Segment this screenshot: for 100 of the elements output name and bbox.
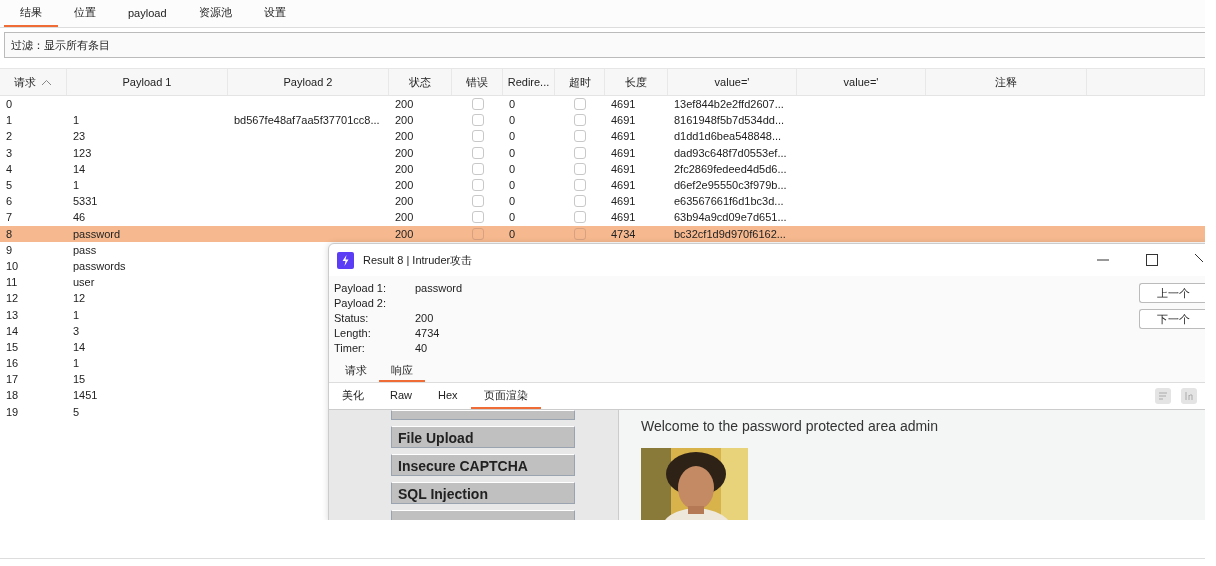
table-cell: 4734	[611, 227, 636, 240]
table-row[interactable]: 1 1 bd567fe48af7aa5f37701cc8... 200 0 4691 8161948f5b7d534dd...	[0, 112, 1205, 129]
table-cell: 7	[6, 211, 13, 224]
table-cell: 1	[73, 308, 80, 321]
table-cell: 8161948f5b7d534dd...	[674, 114, 785, 127]
table-cell: 12	[73, 292, 86, 305]
tab[interactable]: 请求	[333, 360, 379, 382]
tab[interactable]: payload	[112, 0, 183, 27]
table-cell: 0	[509, 162, 516, 175]
column-title: 状态	[409, 74, 431, 90]
filter-bar[interactable]: 过滤：显示所有条目	[4, 32, 1205, 58]
nav-button[interactable]: 上一个	[1139, 283, 1205, 303]
column-title: 请求	[14, 74, 36, 90]
table-row[interactable]: 3 123 200 0 4691 dad93c648f7d0553ef...	[0, 144, 1205, 161]
column-header[interactable]: 长度	[605, 69, 668, 95]
column-title: value='	[714, 76, 750, 88]
table-cell: 8	[6, 227, 13, 240]
table-cell: 18	[6, 389, 19, 402]
table-cell: passwords	[73, 259, 126, 272]
table-cell: 10	[6, 259, 19, 272]
table-row[interactable]: 5 1 200 0 4691 d6ef2e95550c3f979b...	[0, 176, 1205, 194]
column-title: Payload 2	[283, 76, 333, 88]
welcome-text: Welcome to the password protected area admin	[641, 418, 938, 434]
table-cell: 63b94a9cd09e7d651...	[674, 211, 787, 224]
table-cell: 1451	[73, 389, 98, 402]
table-cell: 4691	[611, 162, 636, 175]
column-title: 超时	[568, 74, 591, 90]
column-title: 错误	[466, 74, 488, 90]
table-cell: 4691	[611, 179, 636, 192]
table-cell: dad93c648f7d0553ef...	[674, 146, 787, 159]
table-row[interactable]: 4 14 200 0 4691 2fc2869fedeed4d5d6...	[0, 160, 1205, 177]
table-row[interactable]: 2 23 200 0 4691 d1dd1d6bea548848...	[0, 128, 1205, 145]
table-cell: 9	[6, 243, 13, 256]
table-row[interactable]: 6 5331 200 0 4691 e63567661f6d1bc3d...	[0, 193, 1205, 210]
field-label: Length:	[334, 326, 372, 341]
column-header[interactable]: 请求	[0, 69, 67, 95]
table-cell: 200	[395, 98, 414, 111]
table-cell: 1	[73, 357, 80, 370]
table-cell: user	[73, 276, 95, 289]
table-cell: password	[73, 227, 121, 240]
menu-button[interactable]: SQL Injection	[391, 482, 575, 504]
table-cell: 15	[73, 373, 86, 386]
column-header[interactable]: 超时	[555, 69, 605, 95]
table-cell: 4691	[611, 114, 636, 127]
table-cell: 17	[6, 373, 19, 386]
tab[interactable]: Hex	[425, 383, 471, 409]
table-row[interactable]: 0 200 0 4691 13ef844b2e2ffd2607...	[0, 96, 1205, 113]
column-header[interactable]: value='	[668, 69, 797, 95]
table-cell: 14	[73, 340, 86, 353]
table-cell: 4691	[611, 195, 636, 208]
tab[interactable]: 资源池	[182, 0, 248, 27]
column-title: Redire...	[507, 76, 550, 88]
field-value: 4734	[415, 326, 440, 341]
nav-button[interactable]: 下一个	[1139, 309, 1205, 329]
table-cell: 19	[6, 405, 19, 418]
table-cell: 15	[6, 340, 19, 353]
table-cell: 13	[6, 308, 19, 321]
column-header[interactable]: 状态	[389, 69, 452, 95]
table-cell: e63567661f6d1bc3d...	[674, 195, 784, 208]
table-cell: 0	[509, 179, 516, 192]
tab[interactable]: 结果	[4, 0, 58, 27]
table-row[interactable]: 8 password 200 0 4734 bc32cf1d9d970f6162...	[0, 225, 1205, 242]
tab[interactable]: 美化	[329, 383, 377, 409]
table-cell: 4691	[611, 211, 636, 224]
field-label: Payload 1:	[334, 281, 387, 296]
table-cell: 123	[73, 146, 92, 159]
column-header[interactable]: Payload 1	[67, 69, 228, 95]
table-cell: 14	[73, 162, 86, 175]
menu-button[interactable]: Insecure CAPTCHA	[391, 454, 575, 476]
column-header[interactable]: 错误	[452, 69, 503, 95]
column-header[interactable]: Payload 2	[228, 69, 389, 95]
tab[interactable]: Raw	[377, 383, 425, 409]
field-label: Payload 2:	[334, 296, 387, 311]
table-cell: 1	[73, 179, 80, 192]
table-cell: 16	[6, 357, 19, 370]
table-cell: 14	[6, 324, 19, 337]
table-cell: 0	[509, 114, 516, 127]
table-cell: 0	[509, 98, 516, 111]
column-header[interactable]: 注释	[926, 69, 1087, 95]
table-cell: d1dd1d6bea548848...	[674, 130, 782, 143]
table-cell: bd567fe48af7aa5f37701cc8...	[234, 114, 380, 127]
tab[interactable]: 位置	[58, 0, 112, 27]
table-cell: 0	[6, 98, 13, 111]
table-cell: 3	[6, 146, 13, 159]
table-cell: 6	[6, 195, 13, 208]
table-cell: 5	[6, 179, 13, 192]
tab[interactable]: 响应	[379, 360, 425, 382]
column-header[interactable]: value='	[797, 69, 926, 95]
table-cell: pass	[73, 243, 97, 256]
field-label: Status:	[334, 311, 370, 326]
column-header[interactable]: Redire...	[503, 69, 555, 95]
tab[interactable]: 设置	[247, 0, 302, 27]
menu-button[interactable]: File Upload	[391, 426, 575, 448]
dialog-title: Result 8 | Intruder攻击	[363, 252, 473, 268]
field-value: 40	[415, 341, 428, 356]
table-cell: 0	[509, 130, 516, 143]
table-row[interactable]: 7 46 200 0 4691 63b94a9cd09e7d651...	[0, 209, 1205, 226]
table-cell: 5331	[73, 195, 98, 208]
table-cell: 200	[395, 195, 414, 208]
table-cell: 23	[73, 130, 86, 143]
